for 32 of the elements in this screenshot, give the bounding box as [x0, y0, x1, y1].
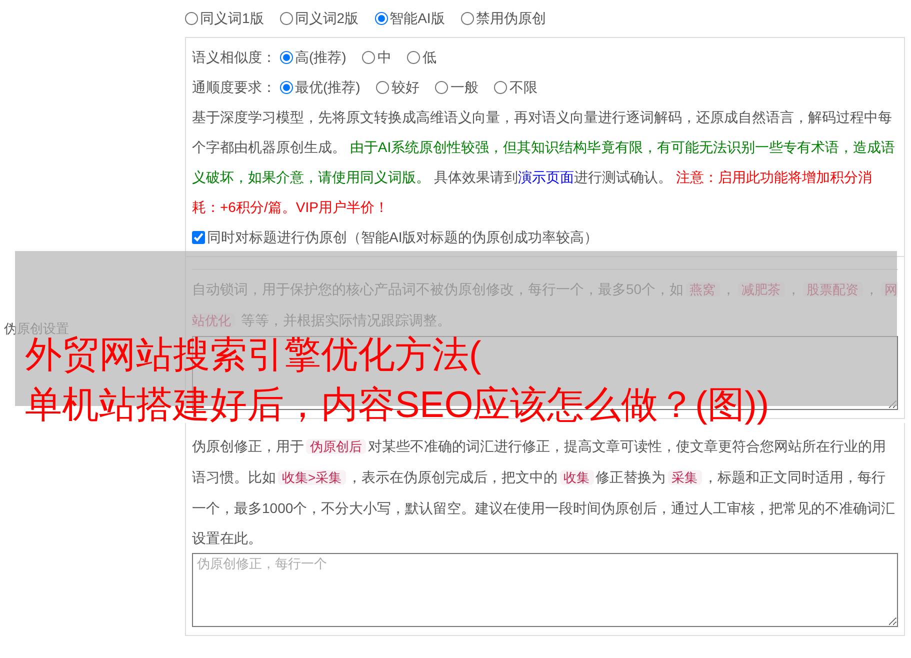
radio-button[interactable] — [460, 12, 474, 25]
option-label: 低 — [422, 48, 436, 66]
ai-description: 基于深度学习模型，先将原文转换成高维语义向量，再对语义向量进行逐词解码，还原成自然语言，解码过程中每个字都由机器原创生成。 由于AI系统原创性较强，但其知识结构毕竟有限，有可能无法识别一些专有术语，造成语义破坏，如果介意，请使用同义词版。 具体效果请到演示页面进行测试确认。 注意：启用此功能将增加积分消耗：+6积分/篇。VIP用户半价！ — [192, 108, 896, 217]
checkbox-label: 同时对标题进行伪原创（智能AI版对标题的伪原创成功率较高） — [207, 228, 598, 246]
radio-button[interactable] — [280, 12, 293, 25]
option-label: 不限 — [509, 78, 538, 96]
title-checkbox[interactable] — [192, 230, 205, 244]
demo-page-link[interactable]: 演示页面 — [518, 169, 574, 185]
radio-button[interactable] — [280, 80, 293, 94]
option-label: 高(推荐) — [295, 48, 346, 67]
radio-button[interactable] — [280, 50, 293, 64]
option-label: 一般 — [450, 78, 478, 96]
field-label: 语义相似度： — [192, 48, 276, 66]
field-label: 通顺度要求： — [192, 78, 276, 96]
correction-field[interactable]: 伪原创修正，每行一个 — [192, 553, 898, 627]
option-label: 智能AI版 — [390, 9, 445, 28]
radio-button[interactable] — [407, 50, 420, 64]
radio-button[interactable] — [376, 80, 390, 94]
overlay-headline: 单机站搭建好后，内容SEO应该怎么做？(图)) — [25, 383, 770, 427]
radio-button[interactable] — [362, 50, 376, 64]
option-label: 中 — [377, 48, 392, 66]
radio-button[interactable] — [435, 80, 448, 94]
option-label: 禁用伪原创 — [476, 9, 546, 28]
option-label: 较好 — [391, 78, 420, 96]
option-label: 同义词1版 — [200, 9, 264, 28]
option-label: 最优(推荐) — [295, 78, 360, 97]
correction-description: 伪原创修正，用于 伪原创后 对某些不准确的词汇进行修正，提高文章可读性，使文章更符合您网站所在行业的用语习惯。比如 收集>采集 ，表示在伪原创完成后，把文中的 收集 修正替换为 采集 ，标题和正文同时适用，每行一个，最多1000个，不分大小写，默认留空。建议在使用一段时间伪原创后，通过人工审核，把常见的不准确词汇设置在此。 — [192, 437, 896, 548]
radio-button[interactable] — [374, 12, 388, 25]
overlay-headline: 外贸网站搜索引擎优化方法( — [25, 334, 482, 377]
option-label: 同义词2版 — [294, 9, 359, 28]
radio-button[interactable] — [185, 12, 198, 25]
radio-button[interactable] — [494, 80, 508, 94]
